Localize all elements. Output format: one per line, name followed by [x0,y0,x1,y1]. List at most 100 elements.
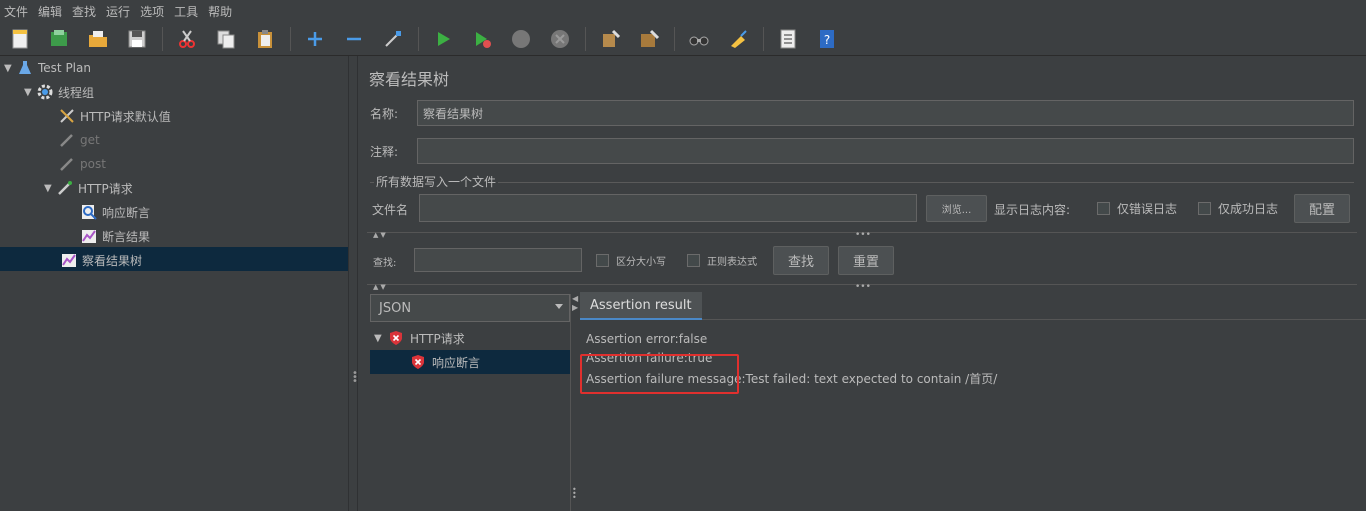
renderer-select-value: JSON [379,300,412,316]
comment-field[interactable] [417,138,1354,164]
reset-button[interactable]: 重置 [838,246,894,275]
expand-icon[interactable] [301,25,329,53]
splitter-grip-icon: • • • [572,485,577,502]
pipette-icon [56,179,74,197]
toolbar-separator [162,26,163,51]
menu-edit[interactable]: 编辑 [38,3,62,20]
menu-bar: 文件 编辑 查找 运行 选项 工具 帮助 [0,0,1366,22]
divider-grip-icon: ••• [855,282,871,292]
search-input[interactable] [414,248,582,272]
menu-options[interactable]: 选项 [140,3,164,20]
error-shield-icon [410,354,428,370]
browse-button[interactable]: 浏览... [926,195,987,222]
find-button[interactable]: 查找 [773,246,829,275]
svg-text:?: ? [824,33,830,47]
menu-run[interactable]: 运行 [106,3,130,20]
tree-item-label: get [80,133,100,147]
collapse-arrows-icon[interactable]: ▲▼ [373,283,388,291]
tree-item-test-plan[interactable]: ▼ Test Plan [4,56,91,80]
new-icon[interactable] [6,25,34,53]
result-tree-item-response-assertion[interactable]: 响应断言 [370,350,570,374]
toolbar: ? [0,22,1366,56]
menu-file[interactable]: 文件 [4,3,28,20]
clear-icon[interactable] [596,25,624,53]
file-group-border [370,182,1354,183]
shutdown-icon[interactable] [546,25,574,53]
collapse-arrows-icon[interactable]: ◀ ▶ [572,294,578,312]
tree-item-http-defaults[interactable]: HTTP请求默认值 [46,104,171,128]
cut-icon[interactable] [173,25,201,53]
regex-checkbox[interactable]: 正则表达式 [687,253,757,268]
menu-search[interactable]: 查找 [72,3,96,20]
paste-icon[interactable] [251,25,279,53]
renderer-select[interactable]: JSON [370,294,570,322]
checkbox-box[interactable] [596,254,609,267]
name-field[interactable] [417,100,1354,126]
assertion-error-line: Assertion error:false [586,332,708,346]
checkbox-box[interactable] [687,254,700,267]
toggle-icon[interactable] [379,25,407,53]
save-icon[interactable] [123,25,151,53]
toolbar-separator [585,26,586,51]
regex-label: 正则表达式 [707,257,757,268]
toolbar-separator [763,26,764,51]
help-icon[interactable]: ? [813,25,841,53]
filename-field[interactable] [419,194,917,222]
tree-item-label: HTTP请求 [78,181,133,196]
tree-toggle[interactable]: ▼ [44,183,56,194]
section-divider[interactable]: ▲▼ ••• [367,282,1357,292]
panel-title: 察看结果树 [369,70,450,89]
section-divider[interactable]: ▲▼ ••• [367,230,1357,240]
tree-item-label: 察看结果树 [82,253,143,268]
tree-item-label: 断言结果 [102,229,151,244]
success-only-checkbox[interactable]: 仅成功日志 [1198,200,1278,217]
toolbar-separator [290,26,291,51]
start-icon[interactable] [429,25,457,53]
tree-item-post[interactable]: post [46,152,106,176]
checkbox-box[interactable] [1097,202,1110,215]
name-label: 名称: [370,107,399,121]
stop-icon[interactable] [507,25,535,53]
reset-search-icon[interactable] [724,25,752,53]
tree-item-http-request[interactable]: ▼ HTTP请求 [44,176,133,200]
annotation-highlight-box [580,354,739,394]
tree-item-label: post [80,157,106,171]
menu-help[interactable]: 帮助 [208,3,232,20]
tree-item-view-results-tree[interactable]: 察看结果树 [48,248,142,272]
tree-item-assertion-results[interactable]: 断言结果 [68,224,150,248]
tree-toggle[interactable]: ▼ [374,333,388,344]
collapse-icon[interactable] [340,25,368,53]
main-splitter[interactable]: • • • [348,56,358,511]
toolbar-separator [418,26,419,51]
sample-result-tree: ▼ HTTP请求 响应断言 [370,326,570,511]
tree-item-get[interactable]: get [46,128,100,152]
templates-icon[interactable] [45,25,73,53]
collapse-arrows-icon[interactable]: ▲▼ [373,231,388,239]
configure-button[interactable]: 配置 [1294,194,1350,223]
chart-icon [60,251,78,269]
start-no-pause-icon[interactable] [468,25,496,53]
chevron-down-icon [555,304,563,309]
result-tree-item-http-request[interactable]: ▼ HTTP请求 [370,326,570,350]
case-sensitive-checkbox[interactable]: 区分大小写 [596,253,666,268]
tree-item-thread-group[interactable]: ▼ 线程组 [24,80,94,104]
checkbox-box[interactable] [1198,202,1211,215]
clear-all-icon[interactable] [635,25,663,53]
pipette-icon [58,155,76,173]
error-shield-icon [388,330,406,346]
errors-only-checkbox[interactable]: 仅错误日志 [1097,200,1177,217]
tab-assertion-result[interactable]: Assertion result [580,292,702,320]
copy-icon[interactable] [212,25,240,53]
divider-grip-icon: ••• [855,230,871,240]
menu-tools[interactable]: 工具 [174,3,198,20]
tree-item-label: Test Plan [38,61,91,75]
open-icon[interactable] [84,25,112,53]
toolbar-separator [674,26,675,51]
function-helper-icon[interactable] [774,25,802,53]
tree-toggle[interactable]: ▼ [4,63,16,74]
search-icon[interactable] [685,25,713,53]
tree-item-response-assertion[interactable]: 响应断言 [68,200,150,224]
tree-toggle[interactable]: ▼ [24,87,36,98]
comment-label: 注释: [370,145,399,159]
result-splitter[interactable]: ◀ ▶ • • • [570,294,578,511]
